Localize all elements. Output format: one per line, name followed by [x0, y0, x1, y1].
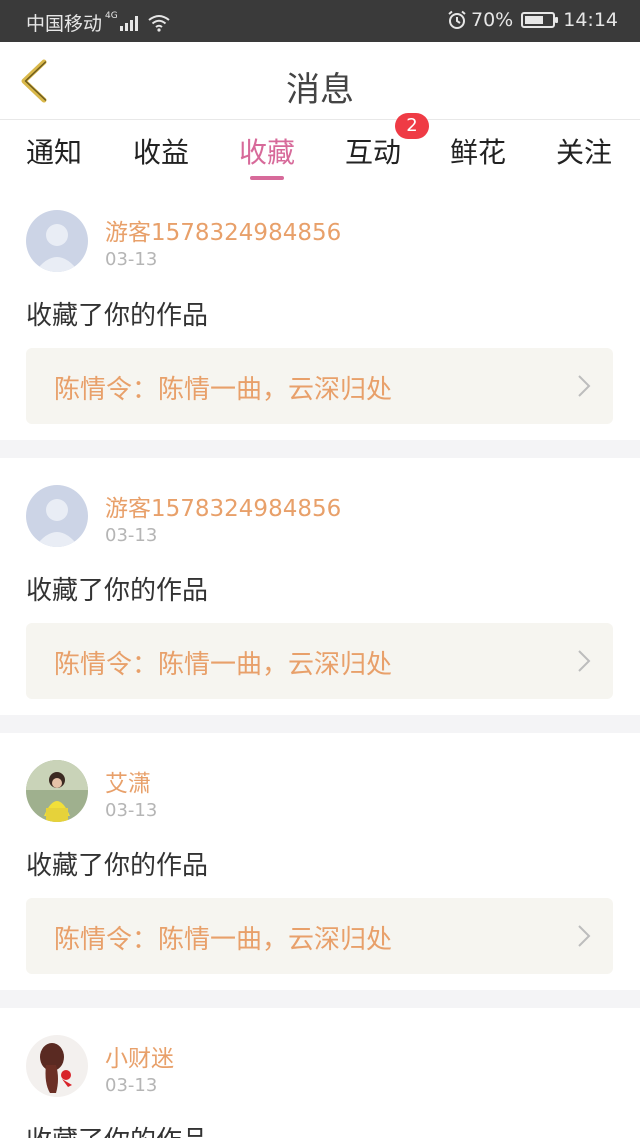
message-text: 收藏了你的作品: [26, 851, 209, 881]
active-tab-indicator: [250, 176, 284, 180]
tab-bar: 通知 收益 收藏 互动 鲜花 关注: [0, 121, 640, 191]
tab-favorites[interactable]: 收藏: [227, 131, 307, 171]
page-title: 消息: [286, 70, 354, 110]
work-link[interactable]: 陈情令：陈情一曲，云深归处: [26, 348, 613, 424]
divider: [0, 715, 640, 733]
list-item: 游客1578324984856 03-13 收藏了你的作品 陈情令：陈情一曲，云…: [0, 458, 640, 715]
battery-fill: [525, 16, 544, 24]
message-text: 收藏了你的作品: [26, 576, 209, 606]
avatar[interactable]: [26, 760, 88, 822]
message-date: 03-13: [105, 1075, 158, 1096]
battery-icon: [521, 12, 559, 28]
message-date: 03-13: [105, 525, 158, 546]
divider: [0, 440, 640, 458]
message-date: 03-13: [105, 800, 158, 821]
avatar[interactable]: [26, 485, 88, 547]
photo-avatar-icon: [26, 1035, 88, 1097]
chevron-right-icon: [578, 650, 591, 672]
default-avatar-icon: [26, 485, 88, 547]
network-type: 4G: [105, 10, 118, 21]
user-name[interactable]: 游客1578324984856: [105, 489, 341, 523]
list-item: 艾潇 03-13 收藏了你的作品 陈情令：陈情一曲，云深归处: [0, 733, 640, 990]
clock: 14:14: [563, 9, 618, 31]
work-title: 陈情令：陈情一曲，云深归处: [54, 375, 393, 405]
default-avatar-icon: [26, 210, 88, 272]
avatar[interactable]: [26, 1035, 88, 1097]
list-item: 小财迷 03-13 收藏了你的作品: [0, 1008, 640, 1138]
work-title: 陈情令：陈情一曲，云深归处: [54, 650, 393, 680]
battery-percent: 70%: [471, 9, 514, 31]
tab-earnings[interactable]: 收益: [121, 131, 201, 171]
message-text: 收藏了你的作品: [26, 301, 209, 331]
interaction-badge: 2: [395, 113, 429, 139]
chevron-right-icon: [578, 375, 591, 397]
tab-follow[interactable]: 关注: [544, 131, 624, 171]
divider: [0, 990, 640, 1008]
message-date: 03-13: [105, 249, 158, 270]
user-name[interactable]: 艾潇: [105, 764, 151, 798]
status-bar: 中国移动 4G 70% 14:14: [0, 0, 640, 42]
photo-avatar-icon: [26, 760, 88, 822]
carrier-name: 中国移动: [26, 13, 103, 35]
work-link[interactable]: 陈情令：陈情一曲，云深归处: [26, 623, 613, 699]
avatar[interactable]: [26, 210, 88, 272]
nav-header: 消息: [0, 42, 640, 120]
user-name[interactable]: 小财迷: [105, 1039, 174, 1073]
work-link[interactable]: 陈情令：陈情一曲，云深归处: [26, 898, 613, 974]
tab-notice[interactable]: 通知: [14, 131, 94, 171]
user-name[interactable]: 游客1578324984856: [105, 213, 341, 247]
app-screen: 中国移动 4G 70% 14:14 消息 通知 收益 收藏 互动 鲜花 关注 2…: [0, 0, 640, 1138]
tab-flowers[interactable]: 鲜花: [438, 131, 518, 171]
message-text: 收藏了你的作品: [26, 1120, 208, 1138]
signal-icon: [119, 15, 140, 31]
list-item: 游客1578324984856 03-13 收藏了你的作品 陈情令：陈情一曲，云…: [0, 191, 640, 440]
wifi-icon: [148, 14, 170, 32]
alarm-icon: [448, 10, 466, 29]
chevron-right-icon: [578, 925, 591, 947]
work-title: 陈情令：陈情一曲，云深归处: [54, 925, 393, 955]
